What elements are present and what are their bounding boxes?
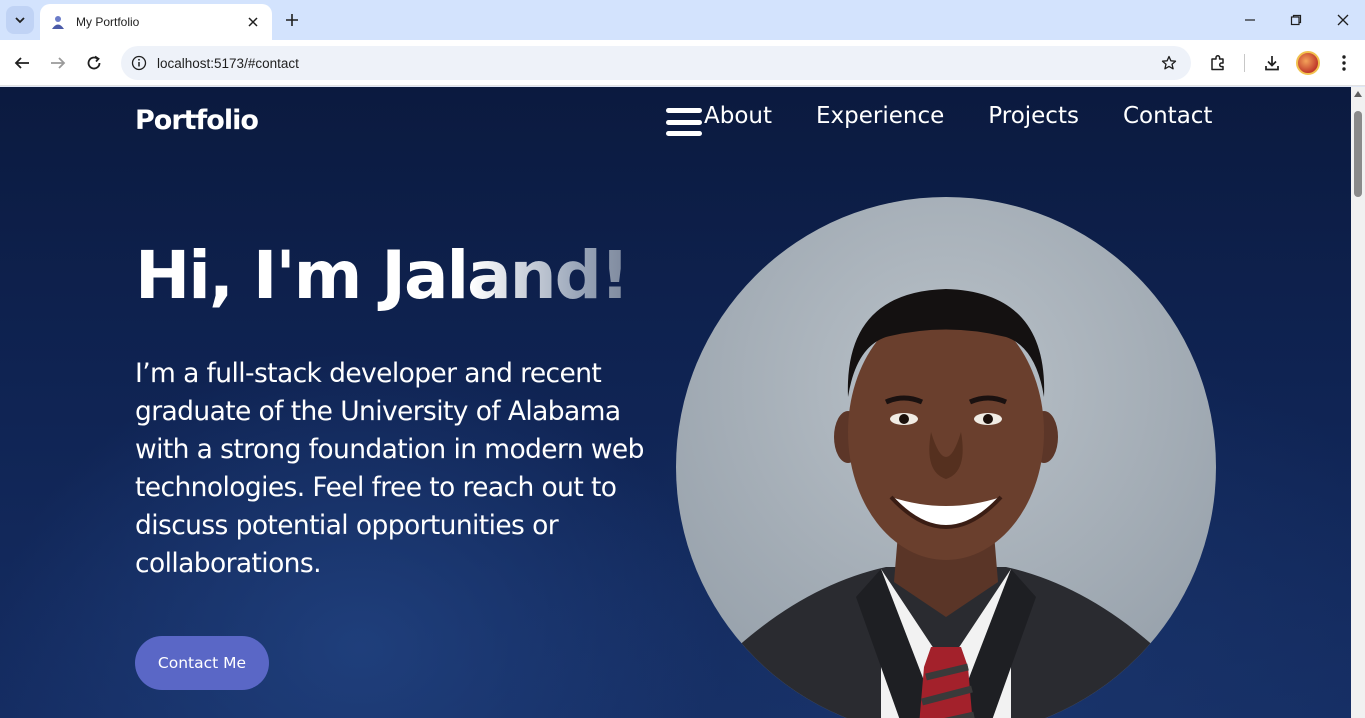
back-icon[interactable]	[8, 49, 36, 77]
main-nav: About Experience Projects Contact	[704, 103, 1212, 129]
nav-link-experience[interactable]: Experience	[816, 103, 944, 129]
forward-icon[interactable]	[44, 49, 72, 77]
extensions-icon[interactable]	[1204, 49, 1232, 77]
tab-list-button[interactable]	[6, 6, 34, 34]
info-icon[interactable]	[129, 53, 149, 73]
url-text[interactable]: localhost:5173/#contact	[157, 56, 1157, 71]
browser-tab-bar: My Portfolio	[0, 0, 1365, 40]
tab-title: My Portfolio	[76, 15, 140, 29]
restore-icon[interactable]	[1282, 6, 1310, 34]
minimize-icon[interactable]	[1236, 6, 1264, 34]
scroll-up-arrow-icon[interactable]	[1354, 91, 1362, 97]
profile-photo	[676, 197, 1216, 718]
browser-toolbar: localhost:5173/#contact	[0, 40, 1365, 86]
hamburger-menu-icon[interactable]	[666, 108, 702, 136]
hero-description: I’m a full-stack developer and recent gr…	[135, 358, 644, 579]
profile-avatar[interactable]	[1296, 51, 1320, 75]
plus-icon[interactable]	[280, 8, 304, 32]
nav-link-projects[interactable]: Projects	[988, 103, 1079, 129]
download-icon[interactable]	[1258, 49, 1286, 77]
nav-link-about[interactable]: About	[704, 103, 772, 129]
page-viewport: Portfolio About Experience Projects Cont…	[0, 87, 1351, 718]
portfolio-favicon-icon	[50, 14, 66, 30]
hero-title: Hi, I'm Jaland!	[135, 237, 630, 314]
star-icon[interactable]	[1157, 51, 1181, 75]
reload-icon[interactable]	[80, 49, 108, 77]
nav-link-contact[interactable]: Contact	[1123, 103, 1212, 129]
close-window-icon[interactable]	[1329, 6, 1357, 34]
browser-tab[interactable]: My Portfolio	[40, 4, 272, 40]
address-bar[interactable]: localhost:5173/#contact	[121, 46, 1191, 80]
chevron-down-icon	[15, 17, 25, 24]
page-scrollbar[interactable]	[1351, 87, 1365, 718]
scrollbar-thumb[interactable]	[1354, 111, 1362, 197]
toolbar-divider	[1244, 54, 1245, 72]
contact-me-button[interactable]: Contact Me	[135, 636, 269, 690]
close-icon[interactable]	[244, 13, 262, 31]
site-logo[interactable]: Portfolio	[135, 105, 259, 136]
kebab-menu-icon[interactable]	[1330, 49, 1358, 77]
